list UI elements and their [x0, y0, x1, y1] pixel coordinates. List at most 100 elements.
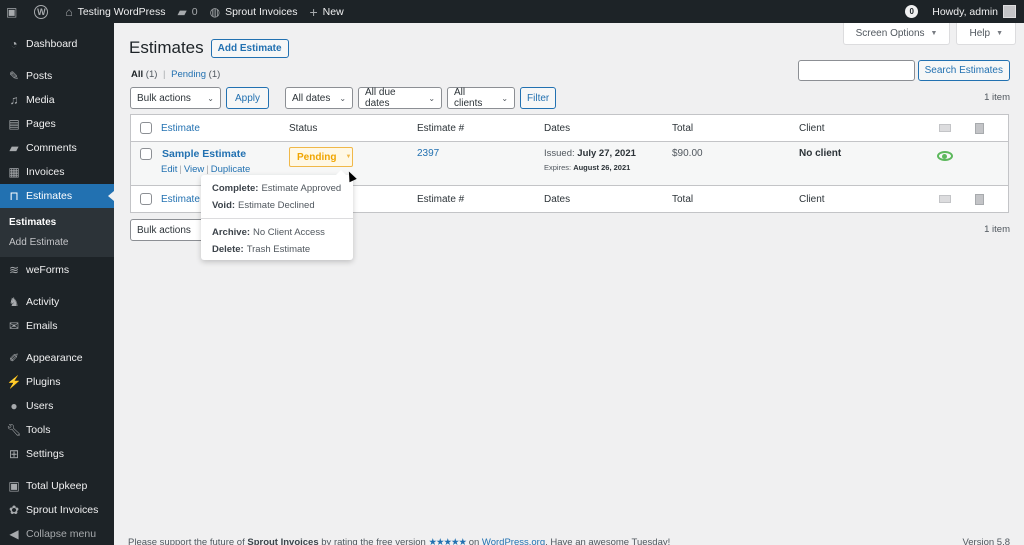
collapse-menu-button[interactable]: ◀ Collapse menu — [0, 522, 114, 545]
all-count: (1) — [145, 69, 158, 80]
sidebar-item-appearance[interactable]: ✐ Appearance — [0, 346, 114, 370]
mail-icon — [938, 195, 951, 203]
notification-badge[interactable]: 0 — [905, 5, 919, 18]
page-title: Estimates — [129, 38, 204, 57]
sidebar-item-label: Tools — [26, 424, 51, 436]
pdf-icon — [975, 193, 984, 205]
status-option-delete[interactable]: Delete: Trash Estimate — [201, 241, 353, 258]
items-count-bottom: 1 item — [984, 224, 1010, 235]
submenu-item-add-estimate[interactable]: Add Estimate — [0, 232, 114, 252]
filter-button[interactable]: Filter — [520, 87, 557, 109]
search-input[interactable] — [797, 60, 915, 81]
pin-icon: ✎ — [8, 69, 20, 83]
select-all-checkbox-footer[interactable] — [140, 193, 152, 205]
option-key: Delete: — [212, 244, 244, 255]
search-estimates-button[interactable]: Search Estimates — [917, 60, 1010, 81]
sidebar-item-plugins[interactable]: ⚡ Plugins — [0, 370, 114, 394]
settings-icon: ⊞ — [8, 447, 20, 461]
add-estimate-button[interactable]: Add Estimate — [210, 38, 289, 58]
sidebar-item-activity[interactable]: ♞ Activity — [0, 290, 114, 314]
sprout-invoices-link[interactable]: ◍ Sprout Invoices — [204, 0, 304, 23]
view-pending-link[interactable]: Pending — [171, 69, 206, 80]
option-desc: Estimate Declined — [238, 200, 315, 211]
sidebar-item-sprout-invoices[interactable]: ✿ Sprout Invoices — [0, 498, 114, 522]
wp-logo-button[interactable]: W — [28, 0, 59, 23]
chevron-down-icon: ⌄ — [207, 93, 214, 103]
activity-icon: ♞ — [8, 295, 20, 309]
collapse-icon: ◀ — [9, 527, 19, 541]
wordpress-org-link[interactable]: WordPress.org — [482, 537, 545, 545]
comment-icon: ▰ — [9, 141, 19, 155]
issued-label: Issued: — [544, 148, 575, 159]
row-checkbox[interactable] — [140, 148, 152, 160]
column-dates: Dates — [544, 122, 571, 134]
help-button[interactable]: Help ▼ — [956, 23, 1016, 45]
new-label: New — [322, 5, 344, 18]
estimates-submenu: Estimates Add Estimate — [0, 208, 114, 257]
status-option-archive[interactable]: Archive: No Client Access — [201, 224, 353, 241]
wrench-icon: 🔧︎ — [6, 423, 22, 437]
sidebar-item-label: Estimates — [26, 190, 73, 202]
plus-icon: + — [309, 3, 318, 20]
view-link[interactable]: View — [184, 164, 204, 175]
status-dropdown-button[interactable]: Pending ▼ — [289, 147, 353, 167]
items-count-top: 1 item — [984, 92, 1010, 103]
status-option-complete[interactable]: Complete: Estimate Approved — [201, 180, 353, 197]
safe-icon: ▣ — [8, 479, 20, 493]
menu-divider — [201, 218, 353, 219]
sidebar-item-label: Settings — [26, 448, 64, 460]
sidebar-item-invoices[interactable]: ▦ Invoices — [0, 160, 114, 184]
estimate-title-link[interactable]: Sample Estimate — [161, 148, 289, 160]
apply-button[interactable]: Apply — [226, 87, 270, 109]
wordpress-logo-icon: W — [34, 4, 49, 19]
client-filter-select[interactable]: All clients ⌄ — [447, 87, 516, 109]
site-name-link[interactable]: ⌂ Testing WordPress — [59, 0, 171, 23]
submenu-item-estimates[interactable]: Estimates — [0, 212, 114, 232]
sidebar-item-label: Dashboard — [26, 38, 78, 50]
column-estimate-number-footer: Estimate # — [417, 193, 465, 205]
view-all-link[interactable]: All — [131, 69, 143, 80]
estimate-number-link[interactable]: 2397 — [417, 148, 544, 159]
date-filter-select[interactable]: All dates ⌄ — [285, 87, 354, 109]
sidebar-item-weforms[interactable]: ≋ weForms — [0, 258, 114, 282]
chevron-down-icon: ⌄ — [428, 93, 436, 103]
sidebar-item-tools[interactable]: 🔧︎ Tools — [0, 418, 114, 442]
sidebar-item-label: weForms — [26, 264, 70, 276]
column-total: Total — [672, 122, 694, 134]
pdf-icon — [975, 122, 984, 134]
sidebar-toggle-button[interactable]: ▣ — [0, 0, 28, 23]
comments-link[interactable]: ▰ 0 — [172, 0, 204, 23]
sidebar-item-media[interactable]: ♫ Media — [0, 88, 114, 112]
select-all-checkbox[interactable] — [140, 122, 152, 134]
bulk-actions-select[interactable]: Bulk actions ⌄ — [130, 87, 221, 109]
sidebar-item-dashboard[interactable]: ◔ Dashboard — [0, 32, 114, 56]
sidebar-item-comments[interactable]: ▰ Comments — [0, 136, 114, 160]
eye-icon[interactable] — [936, 151, 953, 161]
brush-icon: ✐ — [8, 351, 20, 365]
column-total-footer: Total — [672, 193, 694, 205]
sidebar-item-label: Media — [26, 94, 55, 106]
my-account-link[interactable]: Howdy, admin — [926, 0, 1024, 23]
column-client: Client — [799, 122, 825, 134]
due-date-filter-select[interactable]: All due dates ⌄ — [358, 87, 443, 109]
sidebar-item-total-upkeep[interactable]: ▣ Total Upkeep — [0, 474, 114, 498]
estimates-icon: ⊓ — [9, 189, 19, 203]
rating-stars-link[interactable]: ★★★★★ — [428, 537, 467, 545]
status-option-void[interactable]: Void: Estimate Declined — [201, 197, 353, 214]
column-estimate[interactable]: Estimate — [161, 123, 289, 134]
sidebar-item-posts[interactable]: ✎ Posts — [0, 64, 114, 88]
view-filters: All (1) | Pending (1) — [131, 69, 220, 80]
sidebar-item-estimates[interactable]: ⊓ Estimates — [0, 184, 114, 208]
screen-options-button[interactable]: Screen Options ▼ — [842, 23, 951, 45]
sidebar-item-settings[interactable]: ⊞ Settings — [0, 442, 114, 466]
sidebar-item-emails[interactable]: ✉ Emails — [0, 314, 114, 338]
duplicate-link[interactable]: Duplicate — [211, 164, 251, 175]
column-dates-footer: Dates — [544, 193, 571, 205]
comments-count: 0 — [191, 5, 198, 18]
sidebar-item-users[interactable]: ● Users — [0, 394, 114, 418]
user-icon: ● — [10, 399, 18, 413]
sidebar-item-pages[interactable]: ▤ Pages — [0, 112, 114, 136]
new-content-link[interactable]: + New — [303, 0, 349, 23]
expires-date: August 26, 2021 — [573, 163, 631, 172]
edit-link[interactable]: Edit — [161, 164, 177, 175]
